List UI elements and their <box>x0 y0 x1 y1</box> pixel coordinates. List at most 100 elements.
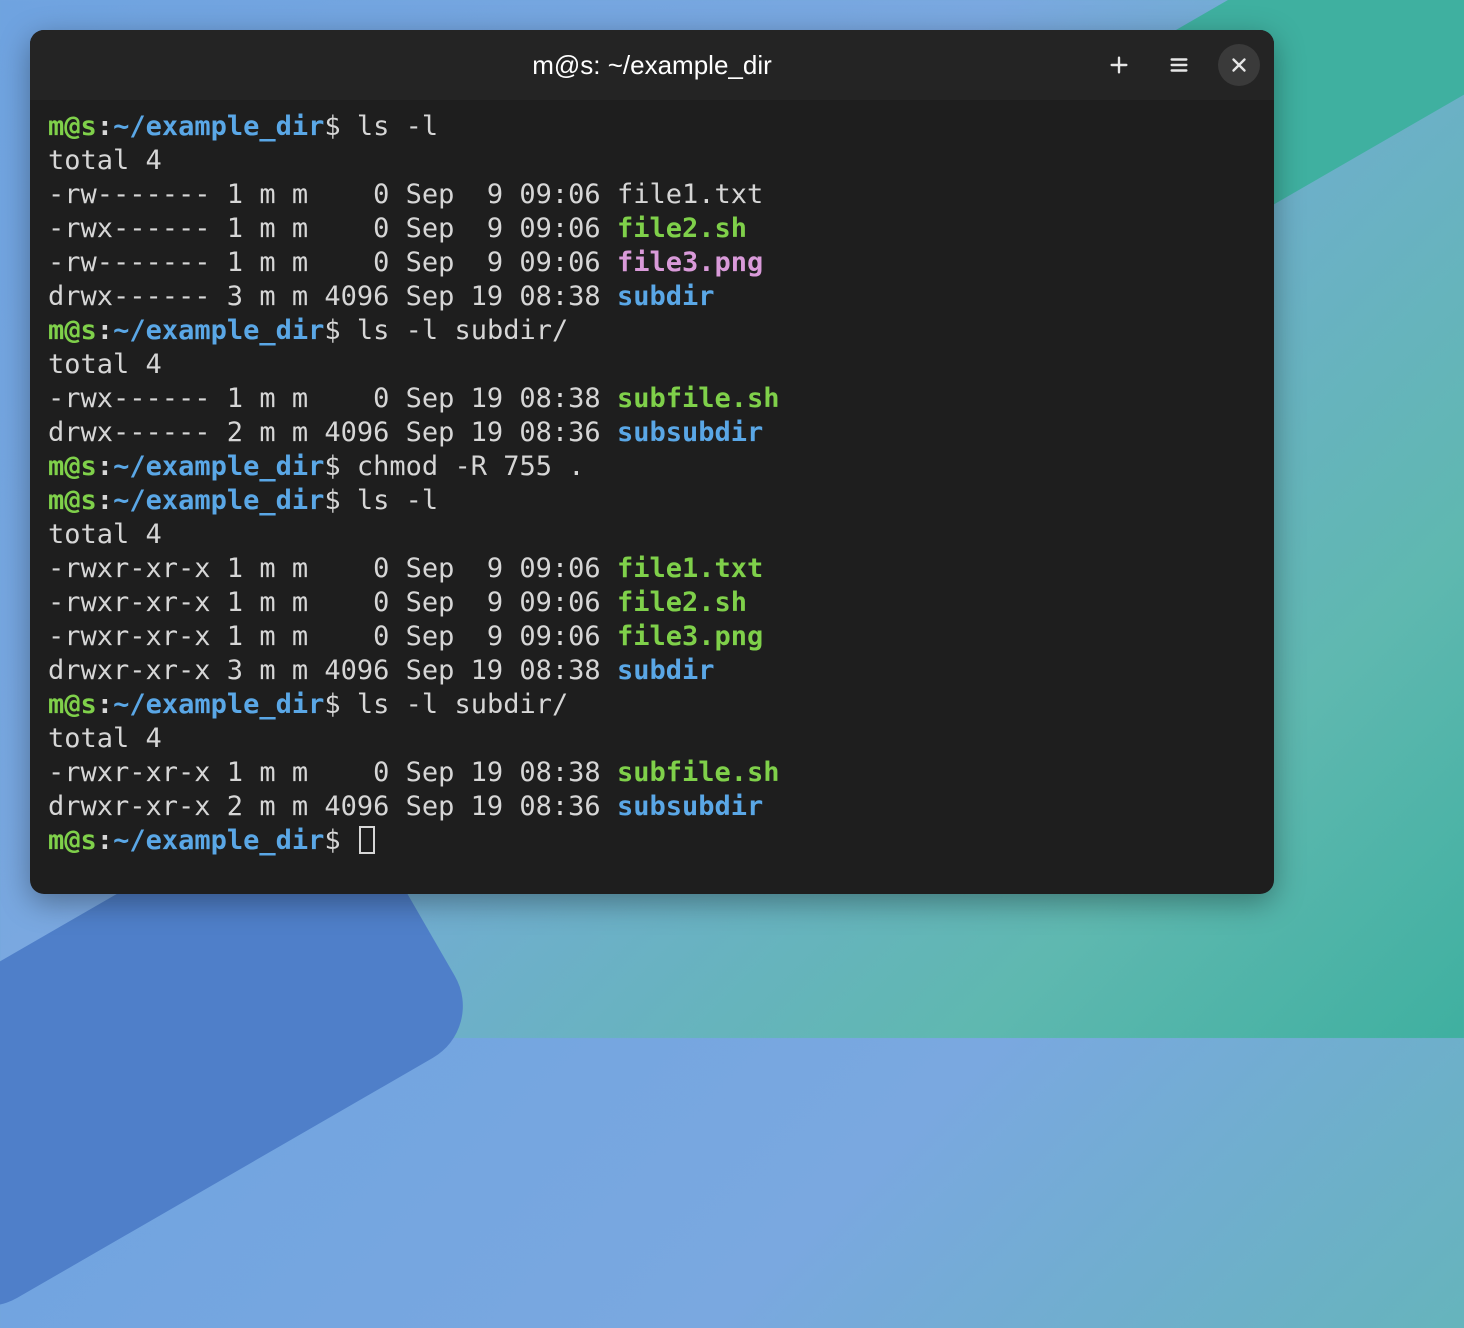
prompt-at: @ <box>64 825 80 856</box>
prompt-colon: : <box>97 451 113 482</box>
prompt-colon: : <box>97 315 113 346</box>
exec-filename: file3.png <box>617 621 763 652</box>
output-text: total 4 <box>48 145 162 176</box>
prompt-at: @ <box>64 315 80 346</box>
output-text: -rwxr-xr-x 1 m m 0 Sep 9 09:06 <box>48 621 617 652</box>
command-text: ls -l <box>357 485 438 516</box>
close-button[interactable] <box>1218 44 1260 86</box>
prompt-line: m@s:~/example_dir$ ls -l subdir/ <box>48 314 1256 348</box>
prompt-path: ~/example_dir <box>113 111 324 142</box>
output-line: drwx------ 3 m m 4096 Sep 19 08:38 subdi… <box>48 280 1256 314</box>
output-text: total 4 <box>48 519 162 550</box>
hamburger-icon <box>1168 54 1190 76</box>
command-text: ls -l subdir/ <box>357 689 568 720</box>
prompt-dollar: $ <box>324 825 357 856</box>
output-line: total 4 <box>48 722 1256 756</box>
output-line: -rwxr-xr-x 1 m m 0 Sep 9 09:06 file2.sh <box>48 586 1256 620</box>
output-line: total 4 <box>48 348 1256 382</box>
output-text: -rwx------ 1 m m 0 Sep 9 09:06 <box>48 213 617 244</box>
exec-filename: subfile.sh <box>617 757 780 788</box>
prompt-host: s <box>81 689 97 720</box>
exec-filename: file1.txt <box>617 553 763 584</box>
output-text: total 4 <box>48 723 162 754</box>
output-text: -rwxr-xr-x 1 m m 0 Sep 9 09:06 <box>48 553 617 584</box>
output-text: -rw------- 1 m m 0 Sep 9 09:06 file1.txt <box>48 179 763 210</box>
command-text: chmod -R 755 . <box>357 451 585 482</box>
output-text: -rw------- 1 m m 0 Sep 9 09:06 <box>48 247 617 278</box>
prompt-dollar: $ <box>324 485 357 516</box>
output-text: -rwxr-xr-x 1 m m 0 Sep 9 09:06 <box>48 587 617 618</box>
prompt-user: m <box>48 689 64 720</box>
prompt-at: @ <box>64 485 80 516</box>
prompt-user: m <box>48 451 64 482</box>
output-line: drwx------ 2 m m 4096 Sep 19 08:36 subsu… <box>48 416 1256 450</box>
exec-filename: subfile.sh <box>617 383 780 414</box>
close-icon <box>1228 54 1250 76</box>
prompt-path: ~/example_dir <box>113 825 324 856</box>
window-title: m@s: ~/example_dir <box>532 50 772 81</box>
prompt-user: m <box>48 825 64 856</box>
output-line: total 4 <box>48 518 1256 552</box>
terminal-body[interactable]: m@s:~/example_dir$ ls -ltotal 4-rw------… <box>30 100 1274 894</box>
output-text: drwx------ 3 m m 4096 Sep 19 08:38 <box>48 281 617 312</box>
prompt-path: ~/example_dir <box>113 451 324 482</box>
prompt-dollar: $ <box>324 315 357 346</box>
prompt-user: m <box>48 485 64 516</box>
png-filename: file3.png <box>617 247 763 278</box>
prompt-line: m@s:~/example_dir$ ls -l <box>48 484 1256 518</box>
cursor <box>359 826 375 854</box>
prompt-dollar: $ <box>324 451 357 482</box>
output-line: total 4 <box>48 144 1256 178</box>
prompt-host: s <box>81 451 97 482</box>
output-line: -rwx------ 1 m m 0 Sep 9 09:06 file2.sh <box>48 212 1256 246</box>
titlebar: m@s: ~/example_dir <box>30 30 1274 100</box>
output-line: -rwxr-xr-x 1 m m 0 Sep 19 08:38 subfile.… <box>48 756 1256 790</box>
prompt-line: m@s:~/example_dir$ ls -l <box>48 110 1256 144</box>
output-text: -rwxr-xr-x 1 m m 0 Sep 19 08:38 <box>48 757 617 788</box>
output-line: -rw------- 1 m m 0 Sep 9 09:06 file3.png <box>48 246 1256 280</box>
command-text: ls -l subdir/ <box>357 315 568 346</box>
output-line: -rwxr-xr-x 1 m m 0 Sep 9 09:06 file1.txt <box>48 552 1256 586</box>
prompt-dollar: $ <box>324 111 357 142</box>
exec-filename: file2.sh <box>617 213 747 244</box>
window-buttons <box>1098 30 1260 100</box>
prompt-colon: : <box>97 111 113 142</box>
output-line: -rwx------ 1 m m 0 Sep 19 08:38 subfile.… <box>48 382 1256 416</box>
dir-filename: subdir <box>617 281 715 312</box>
output-text: -rwx------ 1 m m 0 Sep 19 08:38 <box>48 383 617 414</box>
dir-filename: subsubdir <box>617 417 763 448</box>
prompt-at: @ <box>64 111 80 142</box>
prompt-dollar: $ <box>324 689 357 720</box>
prompt-host: s <box>81 315 97 346</box>
prompt-colon: : <box>97 485 113 516</box>
prompt-path: ~/example_dir <box>113 689 324 720</box>
prompt-line: m@s:~/example_dir$ <box>48 824 1256 858</box>
prompt-path: ~/example_dir <box>113 315 324 346</box>
output-text: drwx------ 2 m m 4096 Sep 19 08:36 <box>48 417 617 448</box>
new-tab-button[interactable] <box>1098 44 1140 86</box>
prompt-colon: : <box>97 689 113 720</box>
prompt-host: s <box>81 825 97 856</box>
plus-icon <box>1108 54 1130 76</box>
prompt-line: m@s:~/example_dir$ ls -l subdir/ <box>48 688 1256 722</box>
output-text: drwxr-xr-x 3 m m 4096 Sep 19 08:38 <box>48 655 617 686</box>
prompt-colon: : <box>97 825 113 856</box>
prompt-user: m <box>48 111 64 142</box>
prompt-user: m <box>48 315 64 346</box>
output-text: total 4 <box>48 349 162 380</box>
dir-filename: subdir <box>617 655 715 686</box>
output-line: -rw------- 1 m m 0 Sep 9 09:06 file1.txt <box>48 178 1256 212</box>
exec-filename: file2.sh <box>617 587 747 618</box>
output-line: drwxr-xr-x 3 m m 4096 Sep 19 08:38 subdi… <box>48 654 1256 688</box>
prompt-path: ~/example_dir <box>113 485 324 516</box>
prompt-at: @ <box>64 689 80 720</box>
prompt-host: s <box>81 111 97 142</box>
dir-filename: subsubdir <box>617 791 763 822</box>
prompt-line: m@s:~/example_dir$ chmod -R 755 . <box>48 450 1256 484</box>
menu-button[interactable] <box>1158 44 1200 86</box>
output-text: drwxr-xr-x 2 m m 4096 Sep 19 08:36 <box>48 791 617 822</box>
prompt-at: @ <box>64 451 80 482</box>
command-text: ls -l <box>357 111 438 142</box>
output-line: drwxr-xr-x 2 m m 4096 Sep 19 08:36 subsu… <box>48 790 1256 824</box>
prompt-host: s <box>81 485 97 516</box>
